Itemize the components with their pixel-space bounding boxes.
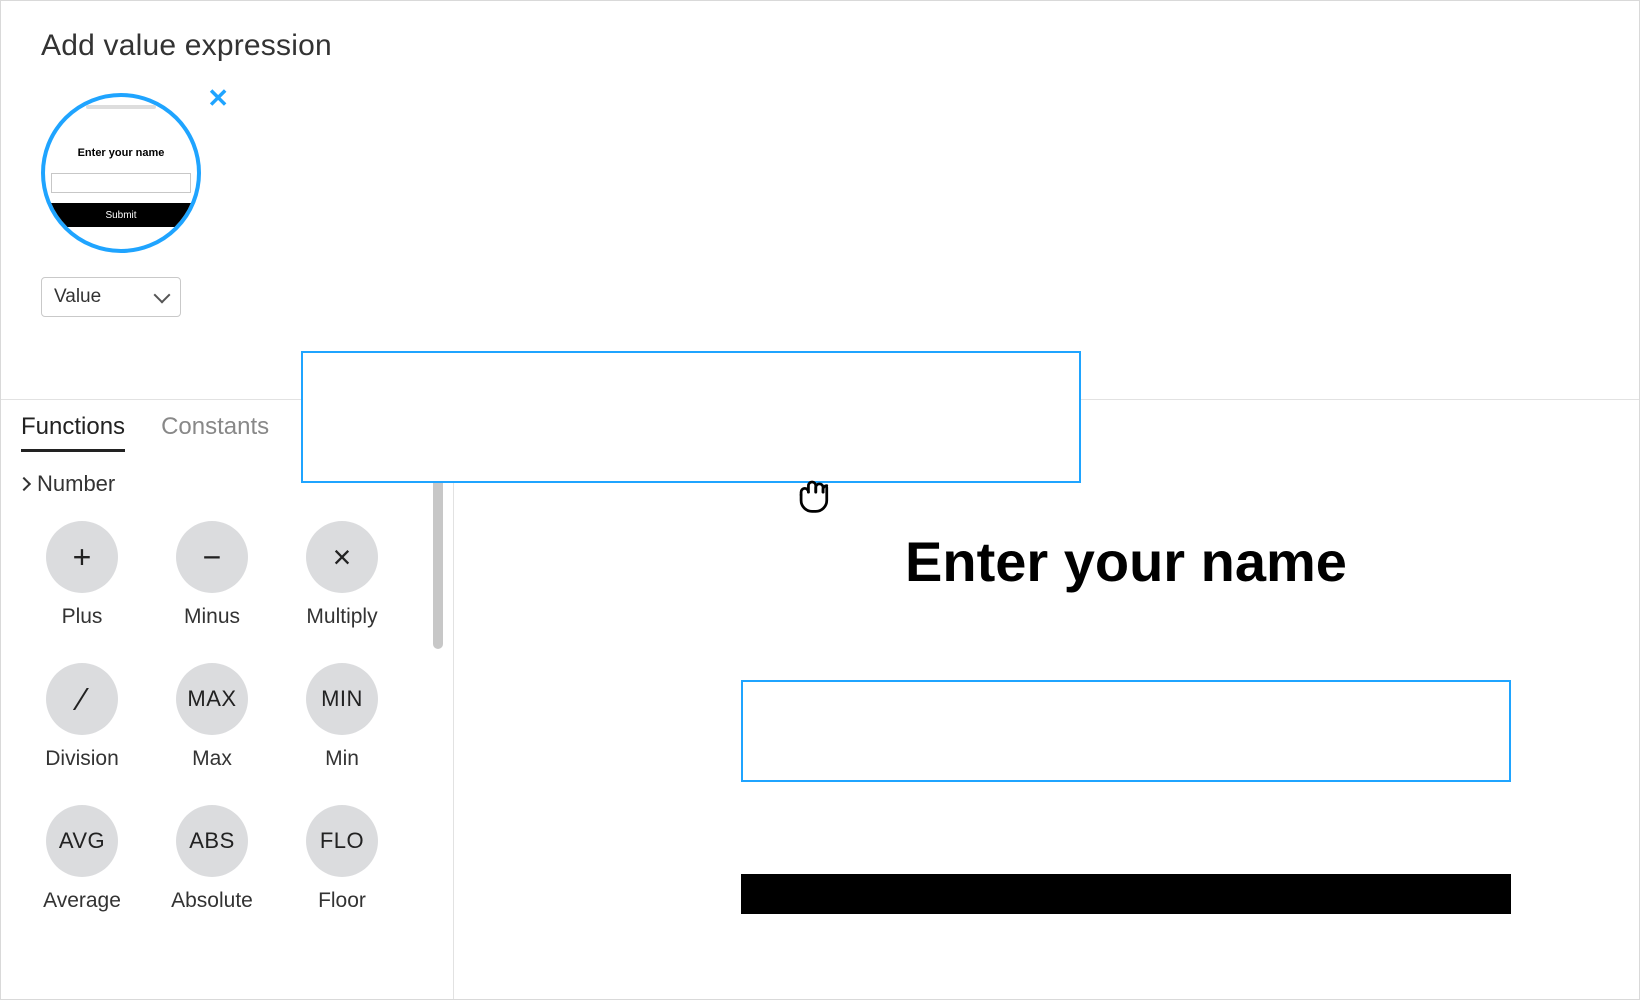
fn-label: Absolute bbox=[171, 889, 253, 913]
canvas-input-element[interactable] bbox=[741, 680, 1511, 782]
mini-submit: Submit bbox=[41, 203, 201, 227]
fn-label: Minus bbox=[184, 605, 240, 629]
max-icon: MAX bbox=[176, 663, 248, 735]
mini-input bbox=[51, 173, 191, 193]
mini-title: Enter your name bbox=[78, 147, 165, 159]
group-title: Number bbox=[37, 471, 115, 497]
close-icon[interactable]: ✕ bbox=[207, 85, 229, 111]
chevron-right-icon bbox=[17, 477, 31, 491]
fn-label: Multiply bbox=[306, 605, 377, 629]
fn-min[interactable]: MIN Min bbox=[277, 663, 407, 771]
canvas-inner: Enter your name bbox=[693, 529, 1559, 999]
fn-label: Average bbox=[43, 889, 121, 913]
value-type-select[interactable]: Value bbox=[41, 277, 181, 317]
expression-drop-target[interactable] bbox=[301, 351, 1081, 483]
fn-division[interactable]: ∕ Division bbox=[17, 663, 147, 771]
screen-canvas: Enter your name bbox=[453, 399, 1639, 999]
fn-average[interactable]: AVG Average bbox=[17, 805, 147, 913]
fn-floor[interactable]: FLO Floor bbox=[277, 805, 407, 913]
fn-label: Floor bbox=[318, 889, 366, 913]
fn-label: Max bbox=[192, 747, 232, 771]
flo-icon: FLO bbox=[306, 805, 378, 877]
fn-label: Plus bbox=[62, 605, 103, 629]
preview-slot: ✕ Enter your name Submit Value bbox=[41, 93, 241, 317]
expression-builder-window: Add value expression ✕ Enter your name S… bbox=[0, 0, 1640, 1000]
abs-icon: ABS bbox=[176, 805, 248, 877]
fn-label: Min bbox=[325, 747, 359, 771]
canvas-heading: Enter your name bbox=[693, 529, 1559, 594]
chevron-down-icon bbox=[154, 287, 171, 304]
canvas-submit-element[interactable] bbox=[741, 874, 1511, 914]
fn-plus[interactable]: + Plus bbox=[17, 521, 147, 629]
avg-icon: AVG bbox=[46, 805, 118, 877]
fn-absolute[interactable]: ABS Absolute bbox=[147, 805, 277, 913]
element-preview[interactable]: Enter your name Submit bbox=[41, 93, 201, 253]
division-icon: ∕ bbox=[46, 663, 118, 735]
function-group: Number + Plus − Minus × Multiply ∕ Divis… bbox=[17, 471, 453, 999]
page-title: Add value expression bbox=[41, 29, 1599, 63]
mini-screen: Enter your name Submit bbox=[45, 97, 197, 249]
mini-topbar bbox=[86, 105, 156, 109]
fn-multiply[interactable]: × Multiply bbox=[277, 521, 407, 629]
fn-max[interactable]: MAX Max bbox=[147, 663, 277, 771]
fn-minus[interactable]: − Minus bbox=[147, 521, 277, 629]
functions-grid: + Plus − Minus × Multiply ∕ Division MAX bbox=[17, 521, 453, 913]
value-type-label: Value bbox=[54, 286, 101, 308]
min-icon: MIN bbox=[306, 663, 378, 735]
fn-label: Division bbox=[45, 747, 119, 771]
grab-cursor-icon bbox=[791, 471, 835, 520]
tab-functions[interactable]: Functions bbox=[21, 413, 125, 452]
header-region: Add value expression ✕ Enter your name S… bbox=[1, 1, 1639, 317]
minus-icon: − bbox=[176, 521, 248, 593]
plus-icon: + bbox=[46, 521, 118, 593]
multiply-icon: × bbox=[306, 521, 378, 593]
tab-constants[interactable]: Constants bbox=[161, 413, 269, 452]
sidebar-tabs: Functions Constants bbox=[21, 413, 269, 452]
